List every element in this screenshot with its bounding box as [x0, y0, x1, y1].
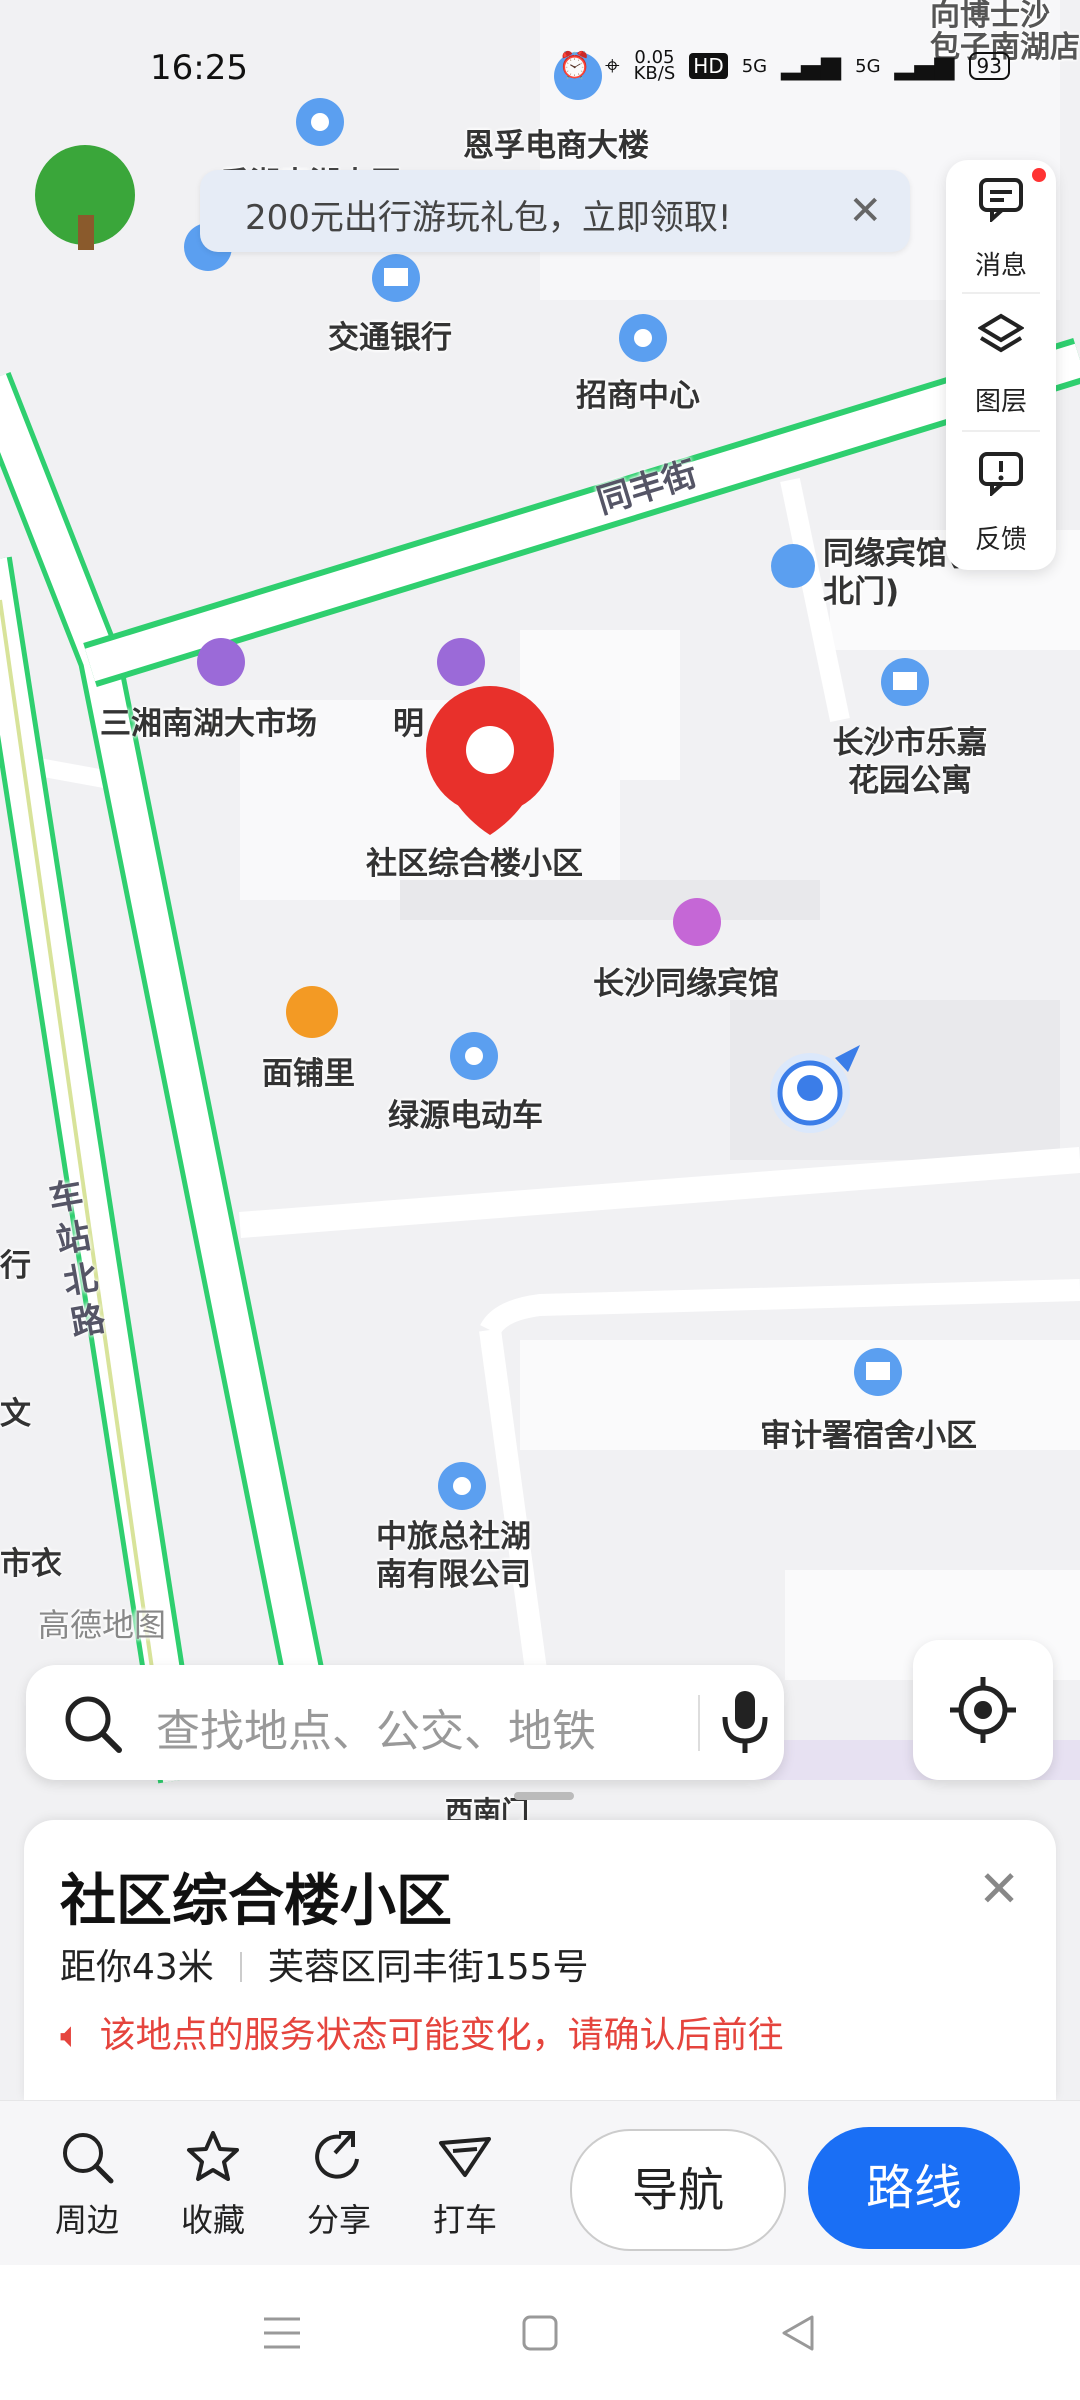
- poi-tongyuan-hotel[interactable]: 长沙同缘宾馆: [593, 958, 779, 1003]
- alarm-icon: ⏰: [558, 51, 591, 81]
- action-label: 收藏: [180, 2201, 245, 2239]
- back-icon[interactable]: [780, 2313, 816, 2353]
- tool-layers[interactable]: 图层: [946, 296, 1056, 426]
- action-share[interactable]: 分享: [284, 2129, 394, 2241]
- place-card: 社区综合楼小区 ✕ 距你43米 芙蓉区同丰街155号 🔈︎ 该地点的服务状态可能变化…: [24, 1792, 1056, 2100]
- action-nearby[interactable]: 周边: [32, 2129, 142, 2241]
- share-icon: [315, 2131, 359, 2179]
- net-unit: KB/S: [633, 63, 676, 84]
- signal-bars-icon-2: ▂▄▆: [894, 51, 955, 81]
- star-icon: [187, 2131, 239, 2181]
- place-meta: 距你43米 芙蓉区同丰街155号: [60, 1938, 589, 1990]
- signal-5g-2: 5G: [855, 55, 881, 77]
- tool-label: 反馈: [974, 525, 1027, 555]
- poi-selected-place[interactable]: 社区综合楼小区: [366, 838, 583, 883]
- promo-banner-text: 200元出行游玩礼包，立即领取!: [245, 198, 732, 238]
- taxi-icon: [439, 2137, 491, 2177]
- route-button[interactable]: 路线: [808, 2127, 1020, 2249]
- status-icons: ⏰ ⌖ 0.05 KB/S HD 5G ▂▄▆ 5G ▂▄▆ 93: [558, 49, 1010, 84]
- poi-zhaoshang[interactable]: 招商中心: [576, 370, 700, 415]
- close-card-icon[interactable]: ✕: [978, 1860, 1020, 1918]
- system-nav-bar: [0, 2265, 1080, 2400]
- unread-dot: [1032, 168, 1046, 182]
- poi-cts-hunan[interactable]: 中旅总社湖南有限公司: [376, 1518, 556, 1594]
- poi-xiangnan-market[interactable]: 三湘南湖大市场: [100, 698, 317, 743]
- my-location-button[interactable]: [913, 1640, 1053, 1780]
- poi-bocom[interactable]: 交通银行: [328, 312, 452, 357]
- poi-lejia-apartment[interactable]: 长沙市乐嘉花园公寓: [820, 724, 1000, 800]
- menu-icon[interactable]: [262, 2315, 302, 2351]
- locate-icon: [950, 1677, 1016, 1743]
- layers-icon: [978, 313, 1024, 353]
- status-bar: 16:25 ⏰ ⌖ 0.05 KB/S HD 5G ▂▄▆ 5G ▂▄▆ 93: [0, 0, 1080, 110]
- speaker-icon: 🔈︎: [60, 2015, 82, 2056]
- tool-label: 图层: [974, 387, 1027, 417]
- action-label: 周边: [54, 2201, 119, 2239]
- place-title: 社区综合楼小区: [60, 1869, 452, 1934]
- action-label: 分享: [306, 2201, 371, 2239]
- poi-lvyuan-ev[interactable]: 绿源电动车: [388, 1090, 543, 1135]
- poi-enfu-building[interactable]: 恩孚电商大楼: [463, 120, 649, 165]
- home-icon[interactable]: [522, 2315, 558, 2351]
- poi-left-shiyi: 市衣: [0, 1546, 62, 1582]
- tool-label: 消息: [974, 251, 1027, 281]
- map-watermark: 高德地图: [38, 1606, 167, 1644]
- message-icon: [979, 178, 1023, 222]
- poi-left-hang: 行: [0, 1248, 31, 1284]
- tool-messages[interactable]: 消息: [946, 160, 1056, 290]
- search-input[interactable]: 查找地点、公交、地铁: [156, 1695, 596, 1759]
- promo-banner[interactable]: 200元出行游玩礼包，立即领取! ✕: [200, 170, 910, 252]
- action-favorite[interactable]: 收藏: [158, 2129, 268, 2241]
- poi-left-wen: 文: [0, 1396, 31, 1432]
- poi-ming-partial[interactable]: 明: [393, 698, 424, 743]
- microphone-icon[interactable]: [720, 1689, 770, 1755]
- search-nearby-icon: [63, 2133, 114, 2184]
- action-label: 打车: [432, 2201, 497, 2239]
- status-time: 16:25: [150, 48, 248, 88]
- hd-badge: HD: [689, 53, 728, 79]
- battery: 93: [968, 52, 1010, 80]
- poi-audit-dorm[interactable]: 审计署宿舍小区: [760, 1410, 977, 1455]
- drag-handle[interactable]: [514, 1792, 574, 1800]
- notice-text: 该地点的服务状态可能变化，请确认后前往: [99, 2015, 784, 2056]
- map-tools-panel: 消息 图层 反馈: [946, 160, 1056, 570]
- place-address: 芙蓉区同丰街155号: [267, 1947, 589, 1988]
- search-bar[interactable]: 查找地点、公交、地铁: [26, 1665, 784, 1780]
- location-status-icon: ⌖: [604, 50, 620, 81]
- signal-bars-icon: ▂▄▆: [781, 51, 842, 81]
- feedback-icon: [979, 452, 1023, 496]
- action-bar: 周边 收藏 分享 打车 导航 路线: [0, 2100, 1080, 2266]
- search-icon: [65, 1696, 122, 1753]
- signal-5g-1: 5G: [741, 55, 768, 77]
- place-distance: 距你43米: [60, 1947, 214, 1988]
- navigate-button[interactable]: 导航: [570, 2129, 786, 2251]
- action-taxi[interactable]: 打车: [410, 2129, 520, 2241]
- place-notice: 🔈︎ 该地点的服务状态可能变化，请确认后前往: [60, 2006, 784, 2058]
- poi-mianpuli[interactable]: 面铺里: [262, 1048, 355, 1093]
- close-icon[interactable]: ✕: [848, 188, 882, 234]
- tool-feedback[interactable]: 反馈: [946, 434, 1056, 564]
